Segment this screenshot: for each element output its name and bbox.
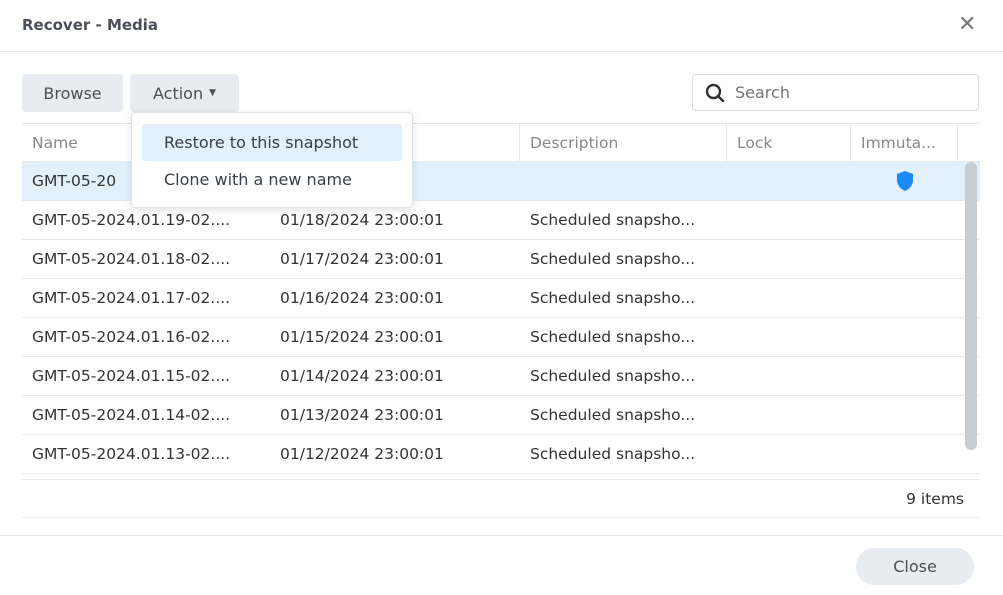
- caret-down-icon: ▼: [209, 88, 217, 98]
- search-icon: [705, 83, 725, 102]
- cell-immutable: [851, 201, 958, 239]
- cell-lock: [727, 396, 851, 434]
- cell-description: Scheduled snapsho...: [530, 250, 696, 268]
- table-row[interactable]: GMT-05-2024.01.15-02.... 01/14/2024 23:00…: [22, 357, 980, 396]
- cell-time: 01/14/2024 23:00:01: [280, 367, 444, 385]
- cell-immutable: [851, 279, 958, 317]
- cell-description: Scheduled snapsho...: [530, 367, 696, 385]
- cell-immutable: [851, 435, 958, 473]
- cell-lock: [727, 201, 851, 239]
- divider: [0, 535, 1003, 536]
- close-button[interactable]: Close: [856, 548, 974, 585]
- cell-time: 01/16/2024 23:00:01: [280, 289, 444, 307]
- browse-button[interactable]: Browse: [22, 74, 123, 112]
- column-header-lock[interactable]: Lock: [727, 124, 851, 161]
- search-field[interactable]: [692, 74, 979, 111]
- close-icon[interactable]: ✕: [958, 12, 976, 37]
- column-header-description[interactable]: Description: [520, 124, 727, 161]
- action-menu: Restore to this snapshot Clone with a ne…: [131, 112, 413, 208]
- table-row[interactable]: GMT-05-2024.01.13-02.... 01/12/2024 23:00…: [22, 435, 980, 474]
- column-header-immutable[interactable]: Immuta...: [851, 124, 958, 161]
- cell-lock: [727, 435, 851, 473]
- cell-description: Scheduled snapsho...: [530, 211, 696, 229]
- cell-description: Scheduled snapsho...: [530, 445, 696, 463]
- divider: [0, 51, 1003, 52]
- cell-lock: [727, 279, 851, 317]
- menu-item-restore[interactable]: Restore to this snapshot: [142, 124, 402, 161]
- cell-time: 01/13/2024 23:00:01: [280, 406, 444, 424]
- shield-icon: [896, 171, 913, 191]
- scrollbar[interactable]: [965, 162, 977, 450]
- cell-name: GMT-05-2024.01.13-02....: [32, 445, 231, 463]
- table-row[interactable]: GMT-05-2024.01.14-02.... 01/13/2024 23:00…: [22, 396, 980, 435]
- cell-name: GMT-05-2024.01.14-02....: [32, 406, 231, 424]
- dialog-title: Recover - Media: [22, 16, 159, 34]
- cell-description: Scheduled snapsho...: [530, 406, 696, 424]
- cell-lock: [727, 318, 851, 356]
- table-row[interactable]: GMT-05-2024.01.17-02.... 01/16/2024 23:00…: [22, 279, 980, 318]
- cell-lock: [727, 162, 851, 200]
- cell-lock: [727, 240, 851, 278]
- cell-immutable: [851, 162, 958, 200]
- cell-immutable: [851, 318, 958, 356]
- search-input[interactable]: [735, 83, 955, 102]
- cell-time: 01/12/2024 23:00:01: [280, 445, 444, 463]
- cell-immutable: [851, 240, 958, 278]
- cell-name: GMT-05-2024.01.16-02....: [32, 328, 231, 346]
- item-count: 9 items: [22, 479, 980, 518]
- cell-immutable: [851, 396, 958, 434]
- cell-description: Scheduled snapsho...: [530, 289, 696, 307]
- cell-time: 01/17/2024 23:00:01: [280, 250, 444, 268]
- cell-time: 01/15/2024 23:00:01: [280, 328, 444, 346]
- table-row[interactable]: GMT-05-2024.01.18-02.... 01/17/2024 23:00…: [22, 240, 980, 279]
- cell-name: GMT-05-2024.01.15-02....: [32, 367, 231, 385]
- action-label: Action: [152, 83, 204, 103]
- cell-lock: [727, 357, 851, 395]
- menu-item-clone[interactable]: Clone with a new name: [142, 161, 402, 198]
- table-row[interactable]: GMT-05-2024.01.16-02.... 01/15/2024 23:00…: [22, 318, 980, 357]
- cell-description: Scheduled snapsho...: [530, 328, 696, 346]
- cell-name: GMT-05-2024.01.18-02....: [32, 250, 231, 268]
- cell-description: [520, 162, 727, 200]
- cell-immutable: [851, 357, 958, 395]
- cell-name: GMT-05-2024.01.17-02....: [32, 289, 231, 307]
- action-button[interactable]: Action ▼: [130, 74, 239, 112]
